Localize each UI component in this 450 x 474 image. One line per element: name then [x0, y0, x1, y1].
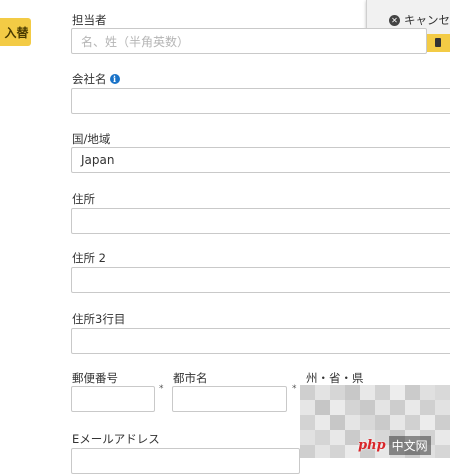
- city-required-mark: *: [292, 384, 297, 394]
- country-value: Japan: [81, 153, 115, 167]
- cancel-button-label: キャンセ: [404, 13, 450, 27]
- document-icon: [435, 38, 441, 47]
- city-label: 都市名: [173, 371, 208, 385]
- address3-label: 住所3行目: [72, 312, 126, 326]
- country-select[interactable]: Japan: [71, 147, 450, 173]
- company-input[interactable]: [71, 88, 450, 114]
- swap-button-label: 入替: [4, 25, 29, 40]
- company-label-text: 会社名: [72, 72, 107, 86]
- address1-label: 住所: [72, 192, 95, 206]
- assignee-input[interactable]: 名、姓（半角英数）: [71, 28, 427, 54]
- city-input[interactable]: [172, 386, 287, 412]
- assignee-label: 担当者: [72, 13, 107, 27]
- state-label: 州・省・県: [306, 371, 364, 385]
- swap-button[interactable]: 入替: [0, 18, 31, 46]
- email-input[interactable]: [71, 448, 300, 474]
- address2-label: 住所 2: [72, 251, 106, 265]
- country-label: 国/地域: [72, 132, 111, 146]
- address2-input[interactable]: [71, 267, 450, 293]
- watermark-php-logo: php: [358, 437, 386, 453]
- postal-code-input[interactable]: [71, 386, 155, 412]
- close-circle-icon: ✕: [389, 14, 400, 26]
- postal-code-label: 郵便番号: [72, 371, 118, 385]
- address3-input[interactable]: [71, 328, 450, 354]
- company-label: 会社名 i: [72, 71, 120, 87]
- info-icon[interactable]: i: [109, 74, 120, 84]
- address1-input[interactable]: [71, 208, 450, 234]
- watermark: php 中文网: [358, 432, 431, 458]
- postal-code-required-mark: *: [159, 384, 164, 394]
- email-label: Eメールアドレス: [72, 432, 160, 446]
- assignee-placeholder: 名、姓（半角英数）: [81, 34, 190, 49]
- side-tab-button[interactable]: [427, 34, 450, 52]
- watermark-text: 中文网: [388, 435, 431, 455]
